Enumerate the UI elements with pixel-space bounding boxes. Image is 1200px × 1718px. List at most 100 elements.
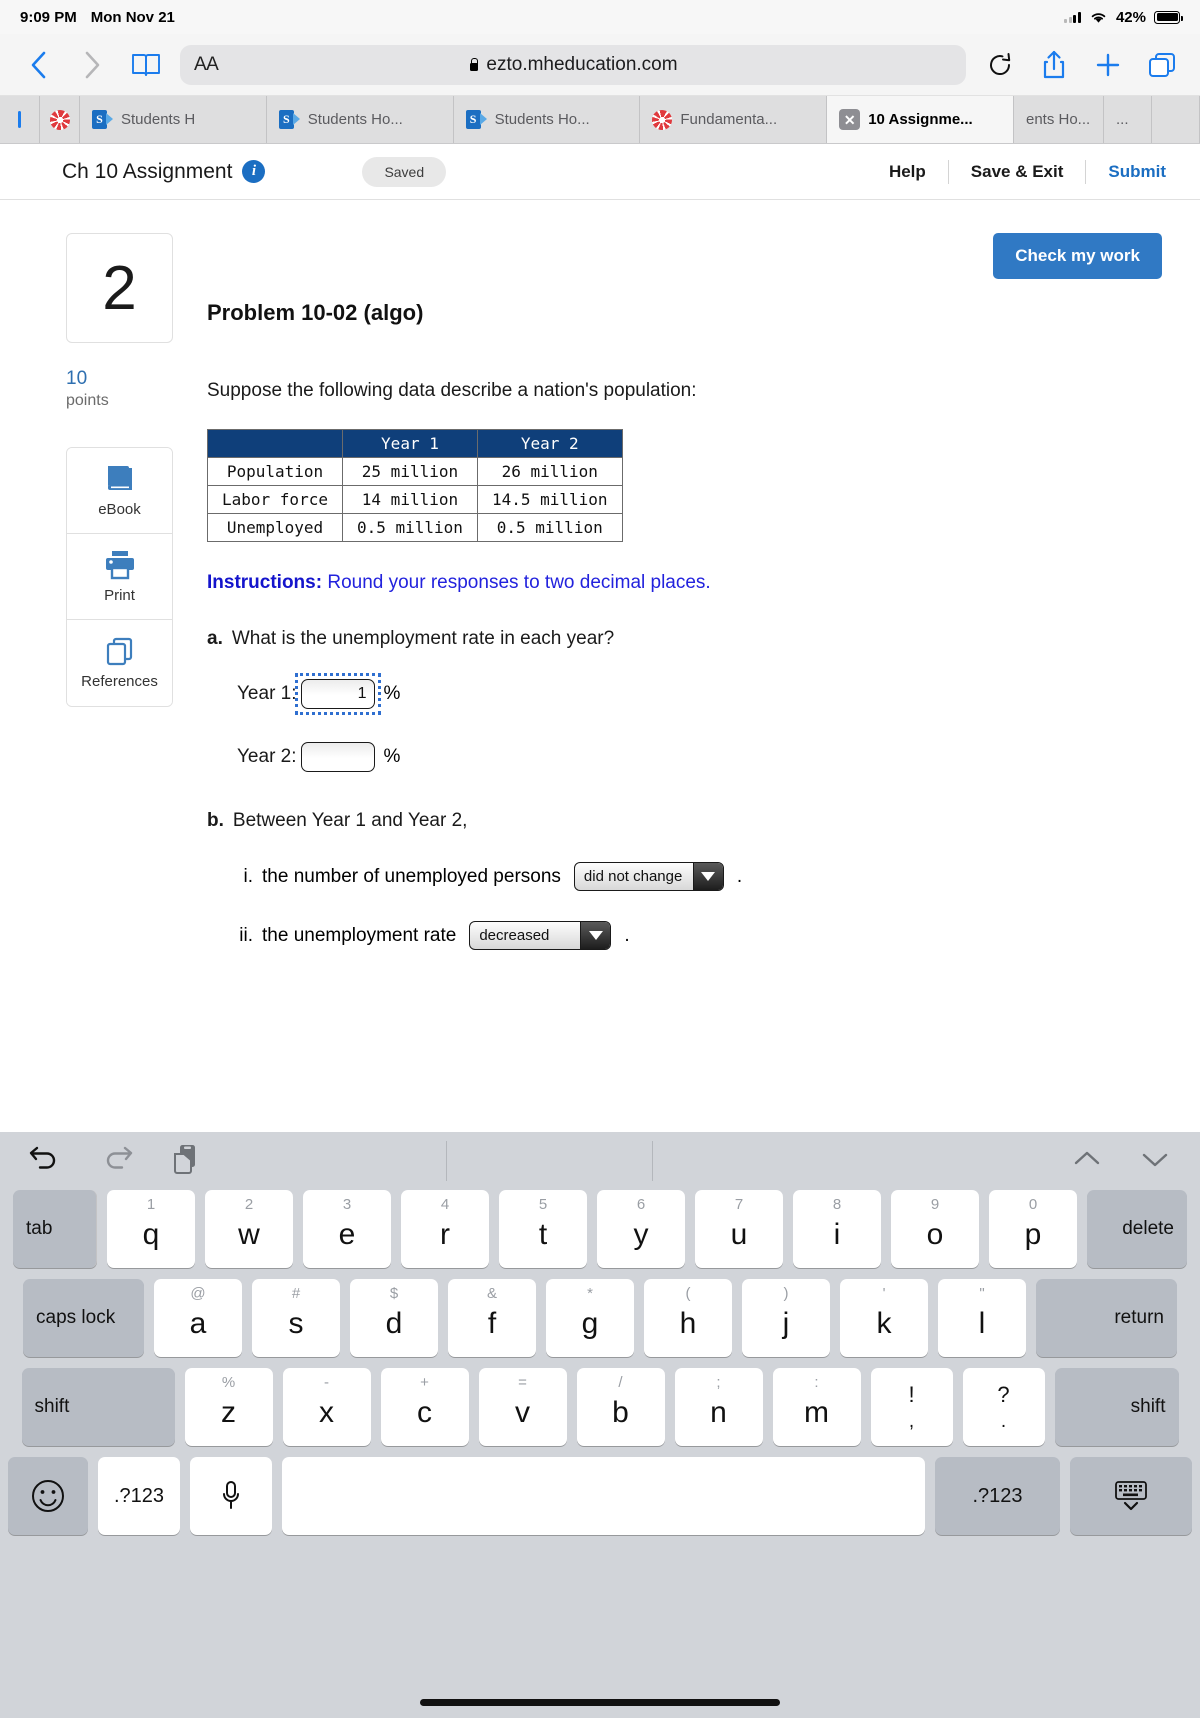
address-bar[interactable]: AA ezto.mheducation.com <box>180 44 966 85</box>
reload-icon[interactable] <box>980 45 1020 85</box>
key-x[interactable]: -x <box>282 1368 371 1446</box>
key-e[interactable]: 3e <box>303 1190 391 1268</box>
close-icon[interactable]: ✕ <box>839 109 861 130</box>
undo-icon[interactable] <box>28 1144 62 1179</box>
key-delete[interactable]: delete <box>1087 1190 1187 1268</box>
key-v[interactable]: = v <box>478 1368 567 1446</box>
key-p[interactable]: 0p <box>989 1190 1077 1268</box>
year2-label: Year 2: <box>237 746 297 767</box>
browser-tab-4-active[interactable]: ✕ 10 Assignme... <box>827 96 1014 143</box>
key-shift-left[interactable]: shift <box>21 1368 175 1446</box>
key-numbers-left[interactable]: .?123 <box>98 1457 180 1535</box>
key-dictation[interactable] <box>190 1457 272 1535</box>
key-o[interactable]: 9o <box>891 1190 979 1268</box>
print-button[interactable]: Print <box>67 534 172 620</box>
year2-input[interactable] <box>300 742 375 772</box>
labor-force-year2: 14.5 million <box>476 485 623 514</box>
save-and-exit-button[interactable]: Save & Exit <box>949 162 1086 182</box>
keyboard-rows: tab 1q 2w 3e 4r 5t 6y 7u 8i 9o 0p delete… <box>0 1190 1200 1535</box>
submit-button[interactable]: Submit <box>1086 162 1166 182</box>
key-s[interactable]: # s <box>252 1279 340 1357</box>
chevron-down-icon[interactable] <box>1138 1147 1172 1176</box>
browser-tab-1[interactable]: S Students Ho... <box>266 96 454 143</box>
item-ii-period: . <box>624 924 630 946</box>
year1-input-wrapper[interactable] <box>294 673 381 715</box>
key-emoji[interactable] <box>8 1457 88 1535</box>
references-button[interactable]: References <box>67 620 172 706</box>
ios-status-bar: 9:09 PM Mon Nov 21 42% <box>0 0 1200 34</box>
key-r[interactable]: 4r <box>401 1190 489 1268</box>
key-h[interactable]: (h <box>644 1279 732 1357</box>
key-tab[interactable]: tab <box>13 1190 97 1268</box>
browser-tab-strip[interactable]: S Students H S Students Ho... S Students… <box>0 96 1200 144</box>
key-c[interactable]: + c <box>380 1368 469 1446</box>
new-tab-button[interactable] <box>1088 45 1128 85</box>
chevron-up-icon[interactable] <box>1070 1147 1104 1176</box>
key-shift-right[interactable]: shift <box>1054 1368 1179 1446</box>
table-col-year1: Year 1 <box>341 429 478 458</box>
key-caps-lock[interactable]: caps lock <box>23 1279 144 1357</box>
status-badge-saved: Saved <box>362 156 447 187</box>
page-title: Ch 10 Assignment i <box>62 160 266 184</box>
key-d[interactable]: $ d <box>350 1279 438 1357</box>
item-i-numeral: i. <box>243 865 254 887</box>
key-numbers-right[interactable]: .?123 <box>935 1457 1060 1535</box>
share-icon[interactable] <box>1034 45 1074 85</box>
key-hide-keyboard[interactable] <box>1070 1457 1192 1535</box>
key-n[interactable]: ; n <box>674 1368 763 1446</box>
info-icon[interactable]: i <box>242 160 266 183</box>
battery-icon <box>1154 10 1183 24</box>
year2-input-wrapper[interactable] <box>297 738 379 776</box>
row-label-unemployed: Unemployed <box>207 513 343 542</box>
key-t[interactable]: 5t <box>499 1190 587 1268</box>
browser-tab-0[interactable]: S Students H <box>80 96 267 143</box>
key-return[interactable]: return <box>1036 1279 1177 1357</box>
unemployment-rate-dropdown[interactable]: decreased <box>469 921 612 950</box>
paste-icon[interactable] <box>172 1143 200 1180</box>
check-my-work-button[interactable]: Check my work <box>993 233 1162 279</box>
unemployed-persons-dropdown[interactable]: did not change <box>573 862 724 891</box>
forward-button[interactable] <box>72 45 112 85</box>
canvas-icon <box>49 109 70 130</box>
key-z[interactable]: % z <box>184 1368 273 1446</box>
tab-overview-icon[interactable] <box>1142 45 1182 85</box>
bookmarks-icon[interactable] <box>126 45 166 85</box>
key-j[interactable]: ) j <box>742 1279 830 1357</box>
key-space[interactable] <box>282 1457 925 1535</box>
back-button[interactable] <box>18 45 58 85</box>
chevron-down-icon[interactable] <box>580 922 611 949</box>
status-time: 9:09 PM <box>20 8 77 26</box>
key-y[interactable]: 6y <box>597 1190 685 1268</box>
key-b[interactable]: / b <box>576 1368 665 1446</box>
item-i-period: . <box>736 865 743 887</box>
ebook-button[interactable]: eBook <box>67 448 172 534</box>
table-row: Unemployed 0.5 million 0.5 million <box>207 513 623 542</box>
part-b-item-i: i. the number of unemployed persons did … <box>207 862 1007 891</box>
unemployed-year2: 0.5 million <box>476 513 623 542</box>
key-exclamation-comma[interactable]: !, <box>870 1368 953 1446</box>
key-g[interactable]: * g <box>546 1279 634 1357</box>
year1-input[interactable] <box>300 679 375 709</box>
key-u[interactable]: 7u <box>695 1190 783 1268</box>
part-b: b. Between Year 1 and Year 2, <box>207 810 1007 832</box>
tab-favicon-canvas[interactable] <box>40 96 80 143</box>
key-w[interactable]: 2w <box>205 1190 293 1268</box>
browser-tab-3[interactable]: Fundamenta... <box>640 96 828 143</box>
key-q[interactable]: 1q <box>107 1190 195 1268</box>
redo-icon[interactable] <box>100 1144 134 1179</box>
browser-tab-5[interactable]: ents Ho... <box>1013 96 1104 143</box>
question-content-area: Check my work 2 10 points eBook Print Re… <box>0 200 1200 1038</box>
key-f[interactable]: & f <box>448 1279 536 1357</box>
key-question-period[interactable]: ?. <box>962 1368 1045 1446</box>
key-a[interactable]: @ a <box>154 1279 242 1357</box>
browser-tab-2[interactable]: S Students Ho... <box>453 96 641 143</box>
key-k[interactable]: ' k <box>840 1279 928 1357</box>
table-row: Population 25 million 26 million <box>207 457 623 486</box>
key-m[interactable]: :m <box>772 1368 861 1446</box>
tab-sidebar-toggle[interactable] <box>0 96 40 143</box>
key-i[interactable]: 8i <box>793 1190 881 1268</box>
chevron-down-icon[interactable] <box>692 863 723 890</box>
key-l[interactable]: " l <box>938 1279 1026 1357</box>
browser-tab-6[interactable]: ... <box>1103 96 1152 143</box>
help-button[interactable]: Help <box>867 162 948 182</box>
